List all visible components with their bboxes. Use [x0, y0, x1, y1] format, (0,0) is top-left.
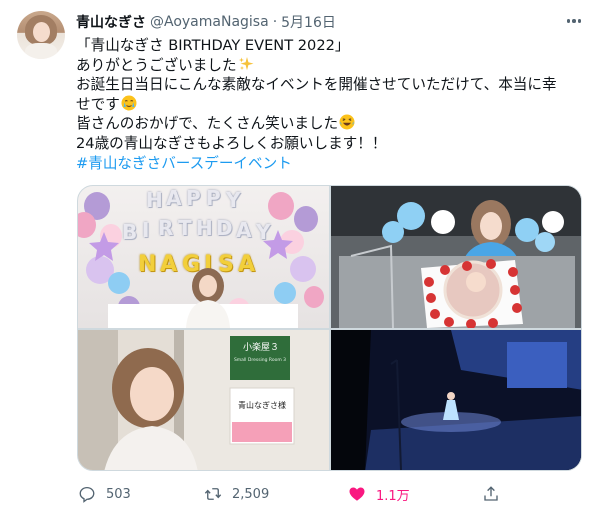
- tweet-line-text: ありがとうございました: [76, 56, 237, 74]
- photo-birthday-balloons[interactable]: H A P P Y B I R T H D A Y N A G I S A: [78, 186, 329, 328]
- tweet-header: 青山なぎさ @AoyamaNagisa · 5月16日: [76, 12, 336, 32]
- tweet-line-text: せです: [76, 95, 120, 113]
- avatar-body: [25, 43, 57, 59]
- tweet-line-text: 皆さんのおかげで、たくさん笑いました: [76, 115, 339, 133]
- share-button[interactable]: [482, 482, 500, 506]
- photo-birthday-cake[interactable]: [331, 186, 581, 328]
- photo-dressing-room[interactable]: 小楽屋３ Small Dressing Room 3 青山なぎさ様: [78, 330, 329, 470]
- balloon: [542, 211, 564, 233]
- tweet-line: 24歳の青山なぎさもよろしくお願いします！！: [76, 134, 581, 154]
- reply-button[interactable]: 503: [78, 482, 131, 506]
- tweet-text: 「青山なぎさ BIRTHDAY EVENT 2022」 ありがとうございました …: [76, 36, 581, 173]
- like-icon: [349, 487, 365, 501]
- like-button[interactable]: 1.1万: [348, 482, 410, 506]
- display-name[interactable]: 青山なぎさ: [76, 12, 146, 32]
- tweet-line: ありがとうございました: [76, 56, 581, 76]
- avatar-face: [33, 22, 50, 42]
- tweet-line: お誕生日当日にこんな素敵なイベントを開催させていただけて、本当に幸: [76, 75, 581, 95]
- user-handle[interactable]: @AoyamaNagisa: [150, 14, 269, 30]
- balloon: [515, 218, 539, 242]
- reply-icon: [79, 486, 95, 503]
- tweet-line-text: 「青山なぎさ BIRTHDAY EVENT 2022」: [76, 37, 350, 54]
- crying-emoji: [121, 95, 137, 111]
- share-icon: [484, 486, 498, 501]
- room-sign-subtitle: Small Dressing Room 3: [233, 358, 287, 363]
- more-dot: [572, 19, 576, 23]
- tweet-line: 「青山なぎさ BIRTHDAY EVENT 2022」: [76, 36, 581, 56]
- person-face: [480, 212, 502, 240]
- more-options-button[interactable]: [563, 10, 585, 32]
- screen: [507, 342, 567, 388]
- sparkles-emoji: [238, 56, 254, 70]
- room-sign-title: 小楽屋３: [242, 343, 279, 353]
- person-face: [199, 275, 217, 297]
- laughing-emoji: [339, 114, 355, 130]
- curtain-left: [331, 330, 371, 470]
- action-bar: 503 2,509 1.1万: [76, 482, 581, 506]
- star-balloon: [89, 232, 119, 261]
- retweet-count: 2,509: [232, 486, 270, 502]
- balloon: [382, 221, 404, 243]
- retweet-icon: [204, 488, 222, 500]
- retweet-button[interactable]: 2,509: [204, 482, 269, 506]
- performer-head: [447, 392, 455, 400]
- birthday-scene-svg: [89, 230, 298, 328]
- reply-count: 503: [106, 486, 131, 502]
- person-face: [130, 367, 174, 421]
- tweet[interactable]: 青山なぎさ @AoyamaNagisa · 5月16日 「青山なぎさ BIRTH…: [0, 0, 599, 516]
- like-count: 1.1万: [376, 488, 410, 504]
- more-dot: [566, 19, 571, 23]
- balloon: [431, 210, 455, 234]
- tweet-date[interactable]: 5月16日: [281, 12, 336, 32]
- cake-scene-svg: [331, 186, 581, 328]
- tweet-line: せです: [76, 95, 581, 115]
- star-balloon: [263, 230, 293, 259]
- hashtag-link[interactable]: #青山なぎさバースデーイベント: [76, 154, 581, 174]
- tweet-line-text: 24歳の青山なぎさもよろしくお願いします！！: [76, 134, 387, 152]
- name-card-flowers: [232, 422, 292, 442]
- more-dot: [577, 19, 582, 23]
- tweet-line-text: お誕生日当日にこんな素敵なイベントを開催させていただけて、本当に幸: [76, 76, 557, 94]
- balloon: [535, 232, 555, 252]
- separator: ·: [272, 14, 278, 30]
- tweet-line: 皆さんのおかげで、たくさん笑いました: [76, 114, 581, 134]
- door-frame: [78, 330, 118, 470]
- cake-photo-face: [466, 272, 486, 292]
- photo-stage[interactable]: [331, 330, 581, 470]
- stage-svg: [331, 330, 581, 470]
- photo-grid: H A P P Y B I R T H D A Y N A G I S A 小楽…: [77, 185, 582, 471]
- name-card-text: 青山なぎさ様: [238, 401, 286, 410]
- avatar[interactable]: [17, 11, 65, 59]
